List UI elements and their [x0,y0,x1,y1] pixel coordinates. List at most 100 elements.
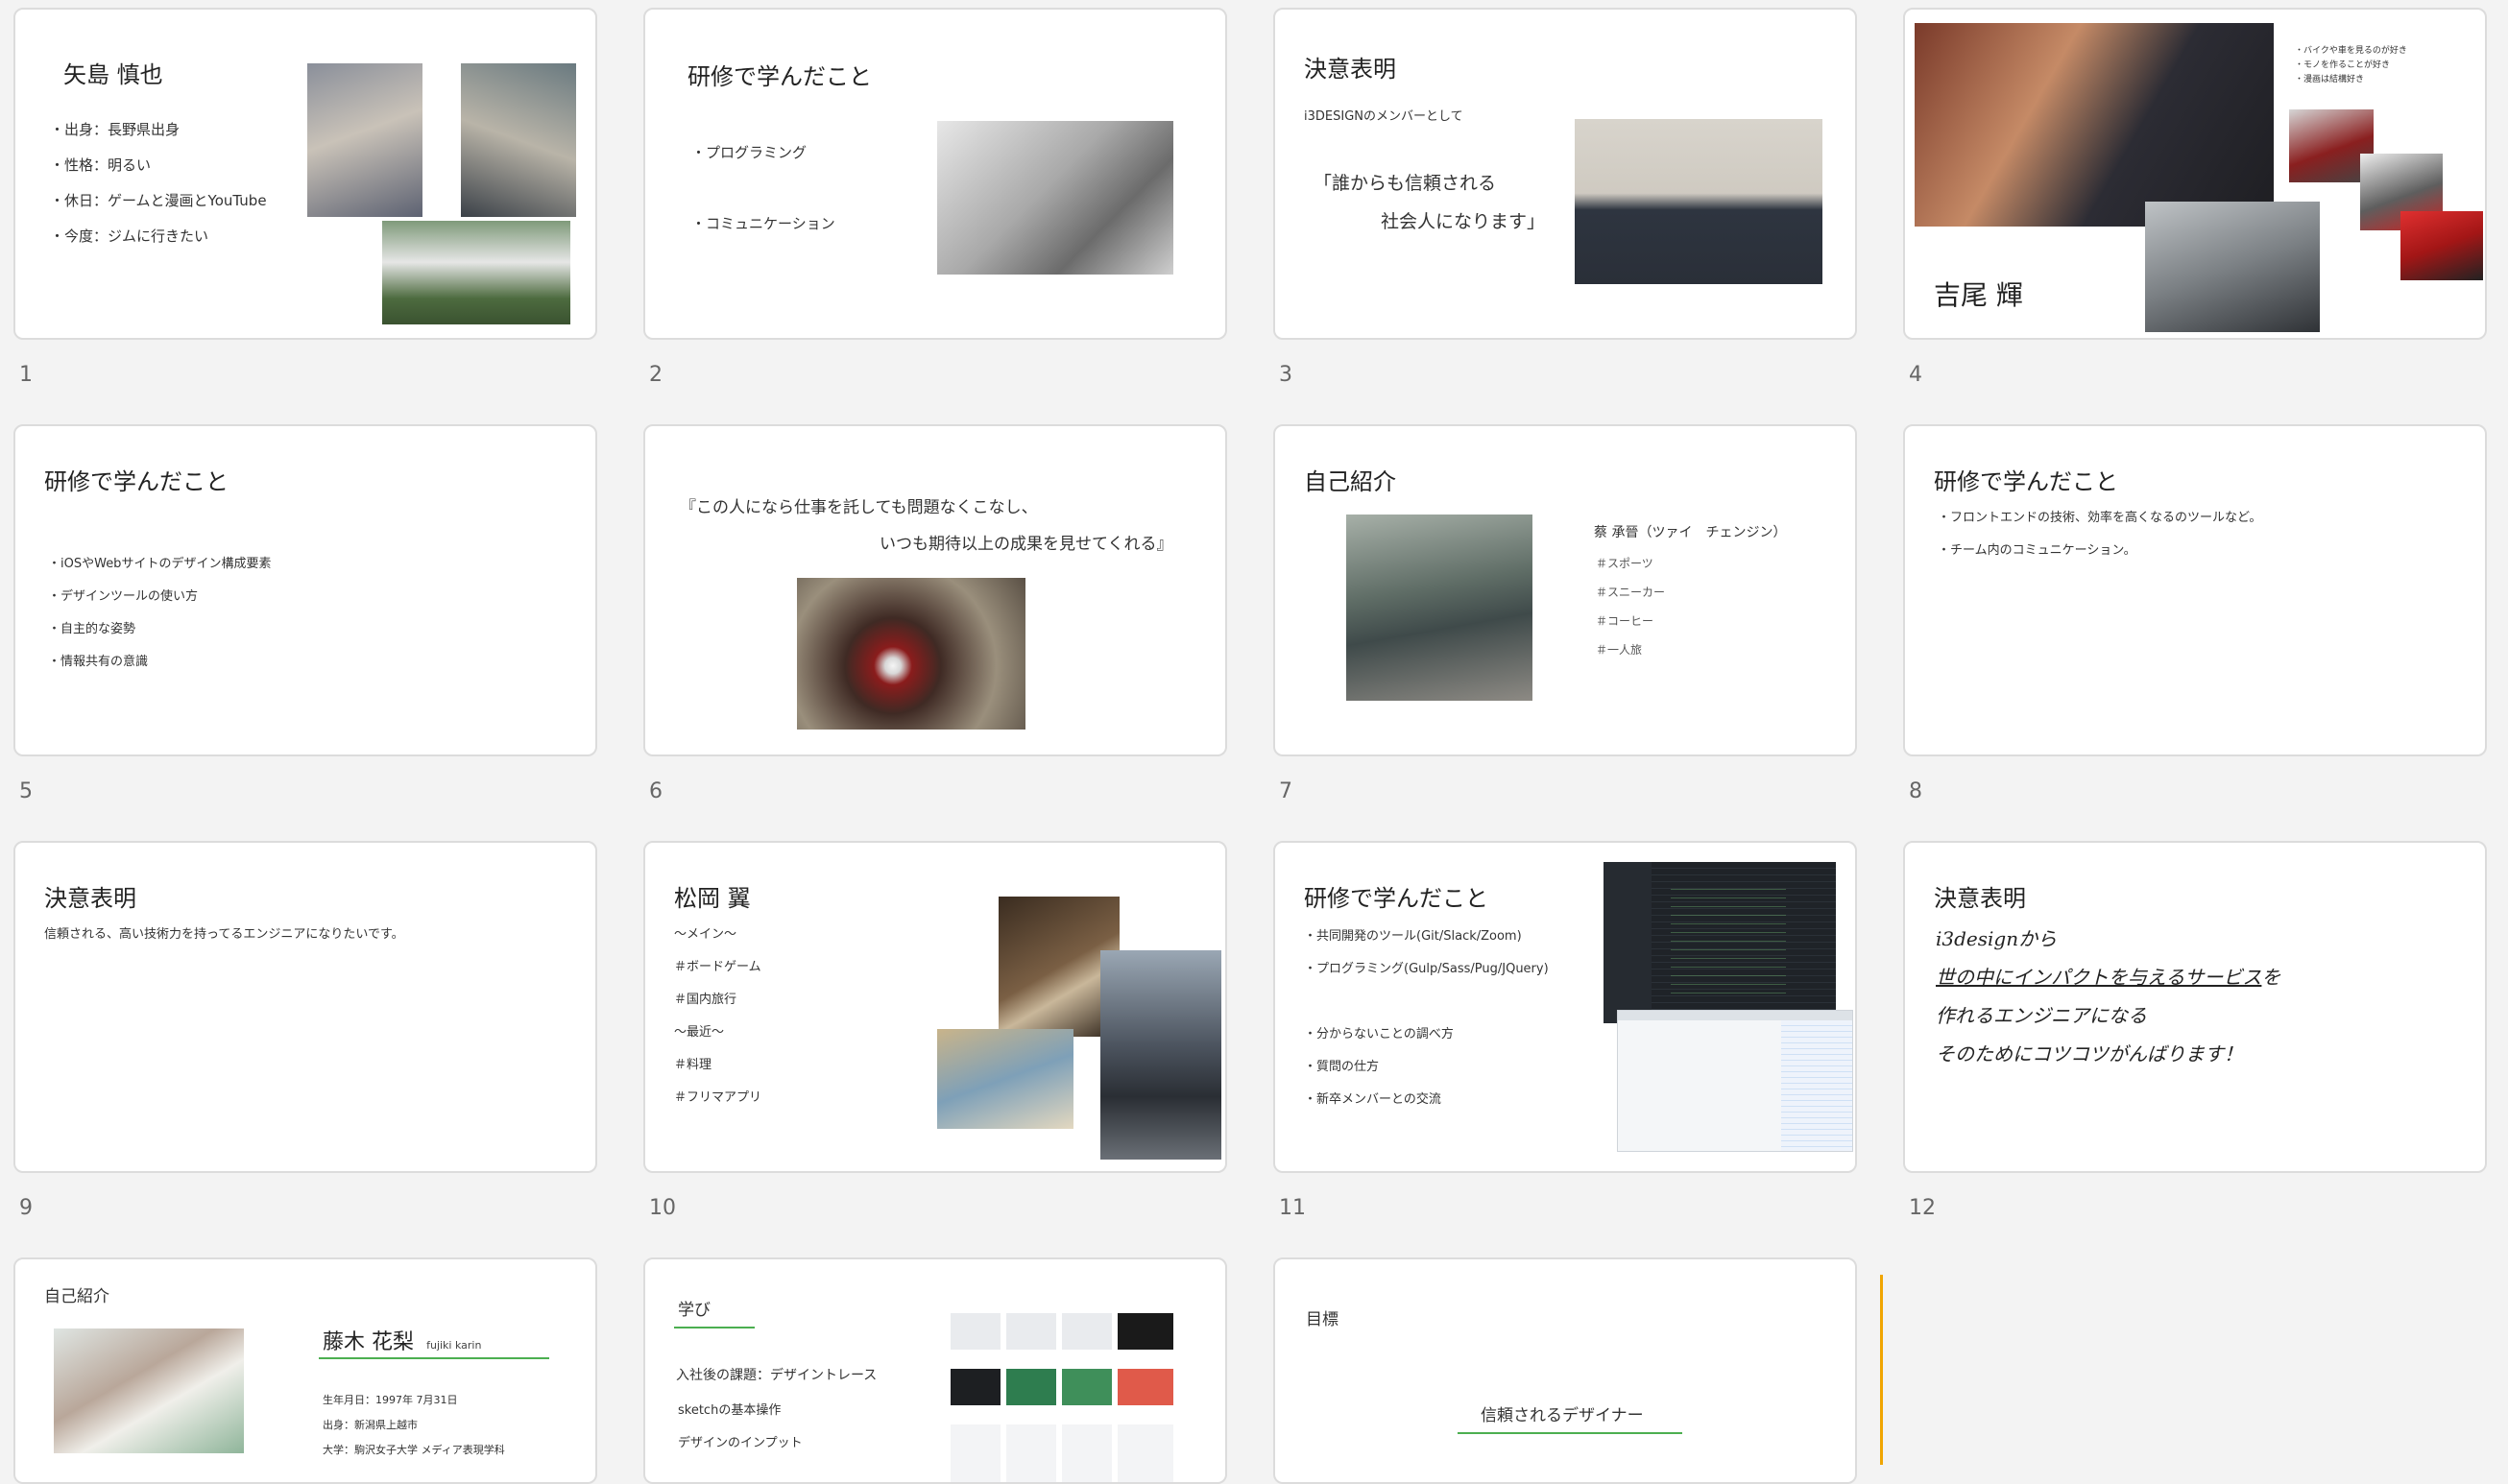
slide-title: 目標 [1306,1310,1338,1329]
bullet: ・共同開発のツール(Git/Slack/Zoom) [1304,929,1522,944]
design-trace-thumbnails [951,1313,1173,1482]
slide-title: 決意表明 [44,885,136,912]
slide-thumbnail-4[interactable]: ・バイクや車を見るのが好き ・モノを作ることが好き ・漫画は結構好き 吉尾 輝 [1903,8,2487,340]
resolution-highlight: 世の中にインパクトを与えるサービス [1936,966,2262,989]
slide-title: 矢島 慎也 [63,61,163,88]
hobby-line: 〜最近〜 [674,1025,725,1040]
slide-thumbnail-8[interactable]: 研修で学んだこと ・フロントエンドの技術、効率を高くなるのツールなど。 ・チーム… [1903,424,2487,756]
slide-title: 研修で学んだこと [687,63,872,90]
bullet: ・新卒メンバーとの交流 [1304,1092,1441,1107]
slide-thumbnail-9[interactable]: 決意表明 信頼される、高い技術力を持ってるエンジニアになりたいです。 [13,841,597,1173]
photo-iron-man [797,578,1025,730]
slide-number: 8 [1909,779,1922,803]
bullet: ・休日：ゲームと漫画とYouTube [50,192,267,209]
hobby-line: 〜メイン〜 [674,927,737,942]
slide-title: 研修で学んだこと [1304,885,1488,912]
resolution-line-4: そのためにコツコツがんばります！ [1936,1042,2243,1065]
profile-line: 大学：駒沢女子大学 メディア表現学科 [323,1444,505,1456]
resolution-particle: を [2261,966,2281,989]
slide-title: 決意表明 [1304,56,1396,83]
slide-number: 9 [19,1196,33,1220]
photo-motorcycle-showroom [2400,211,2483,280]
slide-title: 決意表明 [1934,885,2026,912]
slide-thumbnail-2[interactable]: 研修で学んだこと ・プログラミング ・コミュニケーション [643,8,1227,340]
hobby-line: ＃ボードゲーム [674,960,761,974]
subtitle: i3DESIGNのメンバーとして [1304,109,1463,124]
task-heading: 入社後の課題：デザイントレース [676,1368,878,1383]
bullet: ・性格：明るい [50,156,152,174]
slide-thumbnail-13[interactable]: 自己紹介 藤木 花梨 fujiki karin 生年月日：1997年 7月31日… [13,1257,597,1484]
goal-text: 信頼されるデザイナー [1481,1406,1644,1425]
slide-number: 6 [649,779,663,803]
slide-number: 2 [649,363,663,387]
note: ・バイクや車を見るのが好き [2295,46,2407,56]
slide-number: 1 [19,363,33,387]
bullet: ・iOSやWebサイトのデザイン構成要素 [48,557,272,571]
photo-man-eating [461,63,576,217]
presenter-name: 蔡 承晉（ツァイ チェンジン） [1594,525,1787,540]
hobby-line: ＃国内旅行 [674,993,737,1007]
slide-thumbnail-7[interactable]: 自己紹介 蔡 承晉（ツァイ チェンジン） ＃スポーツ ＃スニーカー ＃コーヒー … [1273,424,1857,756]
slide-title: 自己紹介 [44,1287,109,1306]
slide-thumbnail-15[interactable]: 目標 信頼されるデザイナー [1273,1257,1857,1484]
photo-board-game [937,1029,1073,1129]
bullet: ・質問の仕方 [1304,1060,1380,1074]
photo-portrait-street [1915,23,2274,227]
photo-baseball-team [382,221,570,324]
slide-thumbnail-1[interactable]: 矢島 慎也 ・出身：長野県出身 ・性格：明るい ・休日：ゲームと漫画とYouTu… [13,8,597,340]
hobby-line: ＃料理 [674,1058,712,1072]
slide-thumbnail-3[interactable]: 決意表明 i3DESIGNのメンバーとして 「誰からも信頼される 社会人になりま… [1273,8,1857,340]
slide-number: 7 [1279,779,1292,803]
photo-woman-portrait [54,1328,244,1453]
bullet: ・今度：ジムに行きたい [50,227,209,245]
resolution-line-1: i3designから [1936,927,2058,950]
goal-underline [1458,1432,1682,1434]
slide-thumbnail-6[interactable]: 『この人になら仕事を託しても問題なくこなし、 いつも期待以上の成果を見せてくれる… [643,424,1227,756]
bullet: ・プログラミング [691,144,808,161]
screenshot-code-editor [1604,862,1836,1023]
bullet: ・情報共有の意識 [48,655,149,669]
bullet: ・デザインツールの使い方 [48,589,199,604]
resolution-line-2: 世の中にインパクトを与えるサービスを [1936,962,2280,990]
slide-number: 5 [19,779,33,803]
name-block: 藤木 花梨 fujiki karin [323,1325,481,1355]
photo-stairs-businessman [937,121,1173,275]
photo-man-bench [1346,515,1532,701]
tag: ＃スニーカー [1596,586,1666,599]
note: ・漫画は結構好き [2295,75,2365,84]
presenter-name: 藤木 花梨 [323,1330,414,1354]
slide-title: 研修で学んだこと [1934,468,2118,495]
title-underline [674,1327,755,1328]
slide-number: 4 [1909,363,1922,387]
bullet: ・自主的な姿勢 [48,622,136,636]
slide-title: 自己紹介 [1304,468,1396,495]
tag: ＃コーヒー [1596,614,1654,628]
tag: ＃一人旅 [1596,643,1643,657]
slide-thumbnail-5[interactable]: 研修で学んだこと ・iOSやWebサイトのデザイン構成要素 ・デザインツールの使… [13,424,597,756]
slide-thumbnail-14[interactable]: 学び 入社後の課題：デザイントレース sketchの基本操作 デザインのインプッ… [643,1257,1227,1484]
slide-thumbnail-12[interactable]: 決意表明 i3designから 世の中にインパクトを与えるサービスを 作れるエン… [1903,841,2487,1173]
presenter-name: 吉尾 輝 [1934,279,2023,311]
slide-thumbnail-10[interactable]: 松岡 翼 〜メイン〜 ＃ボードゲーム ＃国内旅行 〜最近〜 ＃料理 ＃フリマアプ… [643,841,1227,1173]
photo-new-members [1575,119,1822,284]
slide-title: 研修で学んだこと [44,468,229,495]
bullet: ・チーム内のコミュニケーション。 [1938,543,2136,558]
tag: ＃スポーツ [1596,557,1653,570]
photo-group-friends [1100,950,1221,1160]
slide-title: 学び [678,1301,711,1320]
quote-line-1: 「誰からも信頼される [1314,173,1497,194]
body-text: 信頼される、高い技術力を持ってるエンジニアになりたいです。 [44,927,404,942]
slide-number: 3 [1279,363,1292,387]
screenshot-browser-devtools [1617,1010,1853,1152]
quote-line-1: 『この人になら仕事を託しても問題なくこなし、 [680,498,1038,517]
bullet: ・分からないことの調べ方 [1304,1027,1454,1041]
bullet: ・コミュニケーション [691,215,835,232]
profile-line: 出身：新潟県上越市 [323,1419,418,1431]
hobby-notes: ・バイクや車を見るのが好き ・モノを作ることが好き ・漫画は結構好き [2295,44,2407,87]
slide-number: 10 [649,1196,676,1220]
hobby-line: ＃フリマアプリ [674,1090,762,1105]
name-underline [319,1357,549,1359]
slide-thumbnail-11[interactable]: 研修で学んだこと ・共同開発のツール(Git/Slack/Zoom) ・プログラ… [1273,841,1857,1173]
slide-number: 11 [1279,1196,1306,1220]
bullet: ・フロントエンドの技術、効率を高くなるのツールなど。 [1938,511,2262,525]
